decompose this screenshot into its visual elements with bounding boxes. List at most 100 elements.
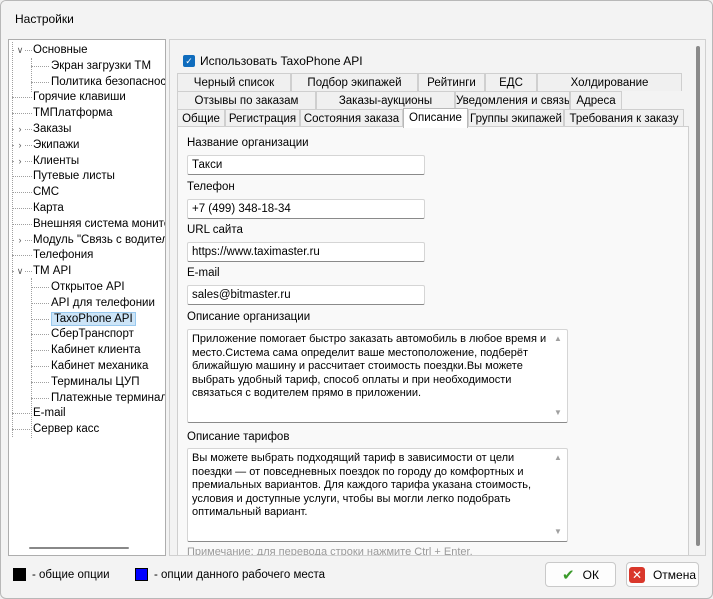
use-taxophone-api-checkbox[interactable]: ✓ Использовать TaxoPhone API — [183, 54, 363, 68]
tab-row3-1[interactable]: Регистрация — [225, 109, 300, 127]
settings-content: ✓ Использовать TaxoPhone API Черный спис… — [169, 39, 706, 556]
tree-item[interactable]: Горячие клавиши — [33, 89, 126, 105]
tree-item-label: Путевые листы — [33, 170, 115, 183]
tree-guide-line — [12, 413, 32, 415]
tab-row3-0[interactable]: Общие — [177, 109, 225, 127]
tree-item[interactable]: Экран загрузки ТМ — [51, 58, 151, 74]
scroll-down-arrow-icon[interactable]: ▼ — [553, 527, 563, 537]
tariff-description-textarea[interactable]: Вы можете выбрать подходящий тариф в зав… — [187, 448, 568, 542]
tree-item[interactable]: Экипажи — [33, 137, 79, 153]
scroll-down-arrow-icon[interactable]: ▼ — [553, 408, 563, 418]
org-description-textarea[interactable]: Приложение помогает быстро заказать авто… — [187, 329, 568, 423]
email-label: E-mail — [187, 267, 220, 279]
tree-item[interactable]: Кабинет механика — [51, 358, 148, 374]
content-scrollbar[interactable] — [695, 46, 701, 551]
tab-row1-1[interactable]: Подбор экипажей — [291, 73, 418, 91]
cancel-button[interactable]: ✕ Отмена — [626, 562, 699, 587]
tree-item[interactable]: Клиенты — [33, 153, 79, 169]
tree-item-label: ТМПлатформа — [33, 107, 113, 120]
cancel-button-label: Отмена — [652, 567, 697, 582]
tree-item[interactable]: Сервер касс — [33, 421, 99, 437]
org-description-text: Приложение помогает быстро заказать авто… — [192, 333, 547, 399]
tree-horizontal-scrollbar[interactable] — [9, 541, 165, 555]
tree-guide-line — [12, 223, 32, 225]
tab-row1-4[interactable]: Холдирование — [537, 73, 682, 91]
tab-row2-0[interactable]: Отзывы по заказам — [177, 91, 316, 109]
chevron-down-icon[interactable]: ∨ — [15, 263, 25, 280]
tree-item[interactable]: TaxoPhone API — [51, 311, 136, 327]
phone-input[interactable]: +7 (499) 348-18-34 — [187, 199, 425, 219]
ok-button-label: ОК — [582, 567, 599, 582]
tree-item[interactable]: ТМ API — [33, 263, 71, 279]
tab-row2-3[interactable]: Адреса — [570, 91, 622, 109]
chevron-down-icon[interactable]: ∨ — [15, 42, 25, 58]
tree-guide-line — [31, 58, 32, 92]
tree-item[interactable]: Кабинет клиента — [51, 342, 141, 358]
tree-item[interactable]: Платежные терминал — [51, 390, 166, 406]
email-input[interactable]: sales@bitmaster.ru — [187, 285, 425, 305]
tree-item[interactable]: API для телефонии — [51, 295, 155, 311]
common-options-label: - общие опции — [32, 568, 110, 581]
checkmark-icon: ✔ — [562, 566, 575, 584]
cancel-x-icon: ✕ — [628, 566, 645, 583]
tree-item-label: Модуль "Связь с водителя — [33, 233, 166, 246]
chevron-right-icon[interactable]: › — [15, 152, 25, 169]
tree-item[interactable]: Заказы — [33, 121, 71, 137]
tree-item[interactable]: Модуль "Связь с водителя — [33, 232, 166, 248]
url-input[interactable]: https://www.taximaster.ru — [187, 242, 425, 262]
tab-row1-3[interactable]: ЕДС — [485, 73, 537, 91]
tab-row2-1[interactable]: Заказы-аукционы — [316, 91, 455, 109]
tree-guide-line — [31, 397, 49, 399]
tree-item[interactable]: E-mail — [33, 405, 66, 421]
tree-item[interactable]: Карта — [33, 200, 64, 216]
tree-item[interactable]: ТМПлатформа — [33, 105, 113, 121]
tree-item-label: Открытое API — [51, 281, 125, 293]
tree-item-label: API для телефонии — [51, 296, 155, 309]
check-icon[interactable]: ✓ — [183, 55, 195, 67]
window-title: Настройки — [15, 12, 74, 26]
ok-button[interactable]: ✔ ОК — [545, 562, 616, 587]
settings-tree[interactable]: ∨ Основные Экран загрузки ТМ Политика безоп… — [8, 39, 166, 556]
tree-guide-line — [31, 302, 49, 304]
tree-item-label: Внешняя система монитори — [33, 217, 165, 230]
tree-item[interactable]: Путевые листы — [33, 168, 115, 184]
chevron-right-icon[interactable]: › — [15, 136, 25, 153]
tree-item[interactable]: Телефония — [33, 247, 93, 263]
tree-guide-line — [12, 429, 32, 431]
tree-item[interactable]: СберТранспорт — [51, 326, 134, 342]
description-tab-body: Название организации Такси Телефон +7 (4… — [177, 126, 689, 555]
workplace-options-label: - опции данного рабочего места — [154, 568, 326, 581]
tab-row3-5[interactable]: Требования к заказу — [564, 109, 684, 127]
tab-row3-4[interactable]: Группы экипажей — [468, 109, 564, 127]
tree-item-label: Политика безопасност — [51, 75, 166, 88]
scroll-up-arrow-icon[interactable]: ▲ — [553, 453, 563, 463]
tree-item[interactable]: СМС — [33, 184, 59, 200]
tree-item[interactable]: Основные — [33, 42, 88, 58]
tree-item-label: E-mail — [33, 407, 66, 420]
chevron-right-icon[interactable]: › — [15, 121, 25, 137]
tree-item[interactable]: Внешняя система монитори — [33, 216, 165, 232]
tab-row1-0[interactable]: Черный список — [177, 73, 291, 91]
tab-row2-2[interactable]: Уведомления и связь — [455, 91, 570, 109]
tab-row3-3[interactable]: Описание — [403, 108, 468, 128]
tree-item-label: Клиенты — [33, 154, 80, 167]
scrollbar-thumb[interactable] — [29, 547, 129, 549]
tree-item-label: Основные — [33, 44, 88, 56]
legend-workplace: - опции данного рабочего места — [135, 568, 325, 581]
phone-label: Телефон — [187, 181, 235, 193]
tree-item-label: Кабинет клиента — [51, 344, 141, 357]
tab-row1-2[interactable]: Рейтинги — [418, 73, 485, 91]
tree-guide-line — [12, 192, 32, 194]
tree-item-label: Экран загрузки ТМ — [51, 59, 152, 72]
org-name-input[interactable]: Такси — [187, 155, 425, 175]
scrollbar-thumb[interactable] — [696, 46, 700, 546]
chevron-right-icon[interactable]: › — [15, 231, 25, 248]
tree-item-label: Платежные терминал — [51, 391, 166, 404]
tree-item[interactable]: Политика безопасност — [51, 74, 166, 90]
tree-guide-line — [31, 81, 49, 83]
scroll-up-arrow-icon[interactable]: ▲ — [553, 334, 563, 344]
tree-item[interactable]: Терминалы ЦУП — [51, 374, 140, 390]
tree-item[interactable]: Открытое API — [51, 279, 125, 295]
use-taxophone-api-label: Использовать TaxoPhone API — [200, 54, 363, 68]
tab-row3-2[interactable]: Состояния заказа — [300, 109, 403, 127]
